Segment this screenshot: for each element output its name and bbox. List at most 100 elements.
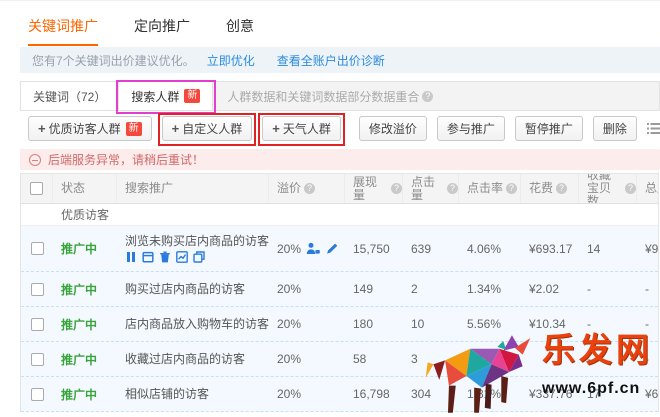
error-text: 后端服务异常，请稍后重试！ (48, 151, 204, 168)
favorites-value: - (579, 282, 637, 296)
group-label: 优质访客 (61, 206, 109, 223)
audience-name[interactable]: 相似店铺的访客 (125, 387, 209, 402)
audience-icon[interactable] (306, 242, 320, 255)
new-badge: 新 (184, 89, 200, 103)
tab-keywords[interactable]: 关键词（72） (21, 82, 119, 110)
column-header-1[interactable]: 搜索推广 (117, 174, 269, 203)
table-body: 推广中 浏览未购买店内商品的访客 20% 15,750 639 4.06% ¥6… (21, 226, 658, 412)
toolbar-left: +优质访客人群新+自定义人群+天气人群修改溢价参与推广暂停推广删除 (28, 116, 647, 141)
ctr-value: 5.56% (459, 317, 521, 331)
select-all-checkbox[interactable] (30, 182, 43, 195)
button-label: 天气人群 (283, 120, 331, 137)
clicks-value: 10 (403, 317, 459, 331)
button-label: 参与推广 (447, 120, 495, 137)
premium-cell: 20% (269, 387, 345, 401)
info-icon[interactable] (506, 183, 517, 194)
total-value: ¥9 (637, 242, 659, 256)
info-icon[interactable] (556, 183, 567, 194)
column-header-0[interactable]: 状态 (53, 174, 117, 203)
table-row: 推广中 浏览未购买店内商品的访客 20% 15,750 639 4.06% ¥6… (21, 226, 659, 272)
clicks-value: 3 (403, 352, 459, 366)
premium-cell: 20% (269, 242, 345, 256)
tab-keywords-label: 关键词（72） (33, 88, 106, 105)
column-header-6[interactable]: 花费 (521, 174, 579, 203)
column-header-4[interactable]: 点击量 (403, 174, 459, 203)
info-icon[interactable] (304, 183, 315, 194)
nav-item-1[interactable]: 定向推广 (134, 16, 190, 44)
delete-button[interactable]: 删除 (593, 116, 637, 141)
error-alert: 后端服务异常，请稍后重试！ (20, 149, 660, 170)
column-header-2[interactable]: 溢价 (269, 174, 345, 203)
pause-icon[interactable] (125, 251, 137, 263)
impressions-value: 149 (345, 282, 403, 296)
premium-value: 20% (277, 352, 301, 366)
tab-hint: 人群数据和关键词数据部分数据重合 (227, 82, 433, 110)
premium-cell: 20% (269, 352, 345, 366)
join-promotion-button[interactable]: 参与推广 (437, 116, 505, 141)
row-checkbox[interactable] (31, 353, 44, 366)
favorites-value: - (579, 352, 637, 366)
row-checkbox[interactable] (31, 318, 44, 331)
row-actions (125, 251, 205, 263)
info-icon[interactable] (625, 183, 636, 194)
audience-name[interactable]: 浏览未购买店内商品的访客 (125, 234, 269, 249)
plus-icon: + (172, 121, 180, 136)
ctr-value: 1.81% (459, 387, 521, 401)
premium-cell: 20% (269, 282, 345, 296)
add-weather-audience-button[interactable]: +天气人群 (262, 116, 341, 141)
tab-strip: 关键词（72） 搜索人群 新 人群数据和关键词数据部分数据重合 (20, 81, 660, 111)
row-checkbox[interactable] (31, 242, 44, 255)
favorites-value: 17 (579, 387, 637, 401)
pause-promotion-button[interactable]: 暂停推广 (515, 116, 583, 141)
nav-item-2[interactable]: 创意 (226, 16, 254, 44)
row-checkbox[interactable] (31, 283, 44, 296)
total-value: - (637, 317, 659, 331)
premium-value: 20% (277, 242, 301, 256)
new-badge: 新 (126, 122, 142, 136)
audience-name[interactable]: 购买过店内商品的访客 (125, 282, 245, 297)
copy-icon[interactable] (193, 251, 205, 263)
status-badge: 推广中 (53, 281, 117, 298)
cost-value: ¥693.17 (521, 242, 579, 256)
toolbar: +优质访客人群新+自定义人群+天气人群修改溢价参与推广暂停推广删除 细分条件： … (20, 111, 660, 146)
table-row: 推广中 相似店铺的访客 20% 16,798 304 1.81% ¥337.76… (21, 377, 659, 412)
delete-icon[interactable] (159, 251, 171, 263)
archive-icon[interactable] (142, 251, 154, 263)
tab-audience[interactable]: 搜索人群 新 (119, 82, 213, 110)
row-checkbox[interactable] (31, 388, 44, 401)
tab-audience-label: 搜索人群 (131, 88, 179, 105)
edit-icon[interactable] (325, 242, 339, 255)
column-header-3[interactable]: 展现量 (345, 174, 403, 203)
add-premium-visitor-audience-button[interactable]: +优质访客人群新 (28, 116, 152, 141)
trend-chart-icon[interactable] (176, 251, 188, 263)
nav-item-0[interactable]: 关键词推广 (28, 16, 98, 46)
ctr-value: 1.34% (459, 282, 521, 296)
info-icon[interactable] (447, 183, 458, 194)
ctr-value: 5.17% (459, 352, 521, 366)
column-header-5[interactable]: 点击率 (459, 174, 521, 203)
add-custom-audience-button[interactable]: +自定义人群 (162, 116, 253, 141)
column-header-7[interactable]: 收藏宝贝数 (579, 174, 637, 203)
filter-list-icon (647, 123, 660, 134)
column-header-8[interactable]: 总成 (637, 174, 659, 203)
notice-bar: 您有7个关键词出价建议优化。 立即优化 查看全账户出价诊断 (20, 47, 660, 73)
total-value: - (637, 352, 659, 366)
button-label: 删除 (603, 120, 627, 137)
cost-value: ¥2.02 (521, 282, 579, 296)
audience-name[interactable]: 店内商品放入购物车的访客 (125, 317, 269, 332)
modify-premium-button[interactable]: 修改溢价 (359, 116, 427, 141)
column-header-label: 点击率 (467, 182, 503, 195)
optimize-now-link[interactable]: 立即优化 (207, 52, 255, 69)
info-icon[interactable] (391, 183, 402, 194)
info-icon[interactable] (422, 91, 433, 102)
audience-name[interactable]: 收藏过店内商品的访客 (125, 352, 245, 367)
status-badge: 推广中 (53, 240, 117, 257)
top-nav: 关键词推广 定向推广 创意 (0, 1, 660, 47)
account-bid-diagnosis-link[interactable]: 查看全账户出价诊断 (277, 52, 385, 69)
premium-value: 20% (277, 387, 301, 401)
premium-cell: 20% (269, 317, 345, 331)
total-value: ¥6 (637, 387, 659, 401)
column-header-label: 溢价 (277, 182, 301, 195)
impressions-value: 15,750 (345, 242, 403, 256)
column-header-label: 搜索推广 (125, 182, 173, 195)
